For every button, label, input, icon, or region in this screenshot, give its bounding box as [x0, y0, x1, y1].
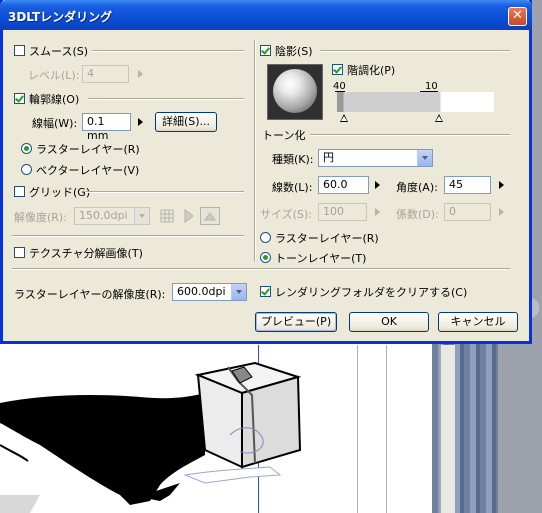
grid-resolution-value: 150.0dpi — [79, 209, 128, 222]
grid-pattern-icon[interactable] — [158, 207, 176, 225]
gradation-label: 階調化(P) — [347, 64, 396, 77]
tone-lines-step-icon[interactable] — [375, 181, 380, 189]
tone-size-step-icon[interactable] — [375, 208, 380, 216]
tone-raster-radio[interactable] — [260, 232, 271, 243]
outline-raster-label: ラスターレイヤー(R) — [36, 143, 140, 156]
line-width-label: 線幅(W): — [32, 117, 78, 130]
column-divider — [254, 40, 256, 262]
tone-size-field[interactable]: 100 — [318, 203, 367, 221]
chevron-down-icon — [231, 284, 246, 300]
level-field[interactable]: 4 — [82, 65, 129, 83]
separator — [320, 50, 510, 52]
tone-raster-label: ラスターレイヤー(R) — [275, 232, 379, 245]
separator — [12, 268, 510, 270]
grid-up-button[interactable] — [200, 207, 220, 225]
line-width-field[interactable]: 0.1 mm — [82, 113, 131, 142]
shadow-label: 陰影(S) — [275, 45, 313, 58]
tone-angle-field[interactable]: 45 — [444, 176, 491, 194]
raster-resolution-value: 600.0dpi — [177, 285, 226, 298]
sphere-preview-image — [273, 69, 317, 113]
gradation-checkbox[interactable] — [332, 64, 343, 75]
grid-resolution-label: 解像度(R): — [14, 211, 67, 224]
shadow-preview — [267, 64, 323, 120]
outline-label: 輪郭線(O) — [29, 93, 80, 106]
line-width-step-icon[interactable] — [138, 118, 143, 126]
grid-label: グリッド(G) — [29, 186, 91, 199]
separator — [88, 98, 244, 100]
smooth-checkbox[interactable] — [14, 45, 25, 56]
separator — [86, 191, 244, 193]
dialog-title: 3DLTレンダリング — [8, 10, 113, 24]
level-step-icon[interactable] — [138, 70, 143, 78]
texture-checkbox[interactable] — [14, 247, 25, 258]
close-icon: ✕ — [512, 8, 523, 23]
tone-coef-label: 係数(D): — [396, 208, 439, 221]
shadow-checkbox[interactable] — [260, 45, 271, 56]
tone-section-label: トーン化 — [262, 129, 306, 142]
canvas-scrollbar[interactable] — [440, 345, 455, 513]
separator — [310, 134, 510, 136]
tone-coef-step-icon[interactable] — [499, 208, 504, 216]
clear-folder-checkbox[interactable] — [260, 286, 271, 297]
gradation-bar — [337, 92, 494, 112]
grid-direction-icon[interactable] — [180, 207, 198, 225]
detail-button[interactable]: 詳細(S)... — [155, 112, 217, 132]
separator — [92, 50, 244, 52]
outline-checkbox[interactable] — [14, 93, 25, 104]
gradation-left-marker[interactable] — [340, 114, 348, 122]
gradation-right-marker[interactable] — [435, 114, 443, 122]
cancel-button[interactable]: キャンセル — [438, 312, 518, 332]
separator — [12, 235, 244, 237]
outline-vector-label: ベクターレイヤー(V) — [36, 164, 140, 177]
chevron-down-icon — [134, 208, 149, 224]
manga-illustration — [0, 361, 302, 513]
triangle-up-icon — [204, 212, 216, 221]
clear-folder-label: レンダリングフォルダをクリアする(C) — [275, 286, 468, 299]
preview-button[interactable]: プレビュー(P) — [255, 312, 337, 332]
chevron-down-icon — [417, 150, 432, 166]
smooth-label: スムース(S) — [29, 45, 89, 58]
tone-type-label: 種類(K): — [272, 153, 314, 166]
raster-resolution-select[interactable]: 600.0dpi — [172, 283, 247, 301]
tone-type-select[interactable]: 円 — [318, 149, 433, 167]
outline-vector-radio[interactable] — [21, 164, 32, 175]
tone-size-label: サイズ(S): — [260, 208, 312, 221]
tone-lines-field[interactable]: 60.0 — [318, 176, 369, 194]
tone-angle-label: 角度(A): — [396, 181, 438, 194]
close-button[interactable]: ✕ — [508, 7, 527, 26]
raster-resolution-label: ラスターレイヤーの解像度(R): — [14, 288, 166, 301]
texture-label: テクスチャ分解画像(T) — [29, 247, 143, 260]
tone-layer-radio[interactable] — [260, 252, 271, 263]
grid-resolution-select[interactable]: 150.0dpi — [74, 207, 150, 225]
ok-button[interactable]: OK — [349, 312, 429, 332]
tone-angle-step-icon[interactable] — [499, 181, 504, 189]
tone-type-value: 円 — [323, 151, 334, 164]
tone-coef-field[interactable]: 0 — [444, 203, 491, 221]
title-bar[interactable]: 3DLTレンダリング ✕ — [0, 0, 532, 30]
tone-lines-label: 線数(L): — [272, 181, 313, 194]
level-label: レベル(L): — [28, 69, 80, 82]
tone-layer-label: トーンレイヤー(T) — [275, 252, 367, 265]
outline-raster-radio[interactable] — [21, 143, 32, 154]
grid-checkbox[interactable] — [14, 186, 25, 197]
